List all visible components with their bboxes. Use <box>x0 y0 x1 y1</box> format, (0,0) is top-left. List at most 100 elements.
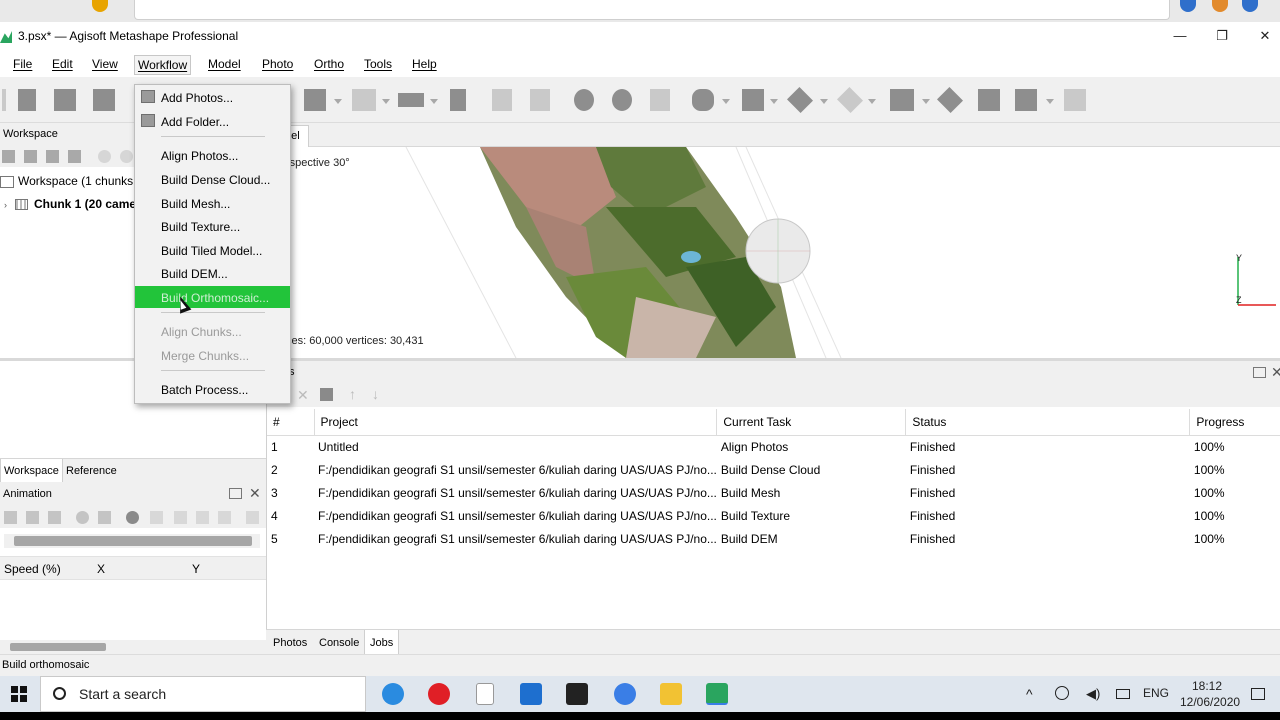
maximize-button[interactable]: ❐ <box>1208 26 1236 46</box>
workspace-tree-root[interactable]: Workspace (1 chunks, 2 <box>0 174 147 188</box>
add-keyframe-icon[interactable] <box>126 511 139 524</box>
chevron-down-icon[interactable] <box>382 99 390 104</box>
chevron-down-icon[interactable] <box>334 99 342 104</box>
chevron-down-icon[interactable] <box>868 99 876 104</box>
browser-profile-icon[interactable] <box>1242 0 1258 12</box>
menu-item-add-folder[interactable]: Add Folder... <box>135 110 290 132</box>
float-panel-icon[interactable] <box>1253 367 1266 378</box>
metashape-taskbar-icon[interactable] <box>706 683 728 705</box>
table-row[interactable]: 5 F:/pendidikan geografi S1 unsil/semest… <box>267 527 1280 550</box>
shapes-view-icon[interactable] <box>936 86 964 114</box>
menu-item-add-photos[interactable]: Add Photos... <box>135 86 290 108</box>
network-icon[interactable] <box>1055 686 1069 700</box>
chevron-down-icon[interactable] <box>430 99 438 104</box>
tab-console[interactable]: Console <box>314 630 364 655</box>
markers-flag-icon[interactable] <box>978 89 1000 111</box>
menu-item-build-tiled-model[interactable]: Build Tiled Model... <box>135 239 290 261</box>
image-view-icon[interactable] <box>1015 89 1037 111</box>
column-number[interactable]: # <box>267 409 315 436</box>
browser-extension-icon[interactable] <box>1180 0 1196 12</box>
column-status[interactable]: Status <box>905 409 1191 436</box>
delete-selection-icon[interactable] <box>492 89 512 111</box>
add-folder-icon[interactable] <box>46 150 59 163</box>
region-icon[interactable] <box>1064 89 1086 111</box>
add-photos-icon[interactable] <box>24 150 37 163</box>
zoom-in-icon[interactable] <box>574 89 594 111</box>
menu-workflow[interactable]: Workflow <box>134 55 192 75</box>
tab-reference[interactable]: Reference <box>63 459 120 483</box>
eraser-icon[interactable] <box>450 89 466 111</box>
scrollbar-thumb[interactable] <box>10 643 106 651</box>
notifications-icon[interactable] <box>1251 688 1265 700</box>
menu-ortho[interactable]: Ortho <box>314 57 344 71</box>
crop-icon[interactable] <box>530 89 550 111</box>
column-progress[interactable]: Progress <box>1189 409 1280 436</box>
table-row[interactable]: 4 F:/pendidikan geografi S1 unsil/semest… <box>267 504 1280 527</box>
shape-tool-icon[interactable] <box>352 89 376 111</box>
menu-item-build-dem[interactable]: Build DEM... <box>135 262 290 284</box>
capture-icon[interactable] <box>98 511 111 524</box>
mail-icon[interactable] <box>520 683 542 705</box>
chrome-icon[interactable] <box>614 683 636 705</box>
open-track-icon[interactable] <box>26 511 39 524</box>
menu-model[interactable]: Model <box>208 57 241 71</box>
internet-explorer-icon[interactable] <box>382 683 404 705</box>
menu-file[interactable]: File <box>13 57 32 71</box>
chevron-down-icon[interactable] <box>820 99 828 104</box>
expand-arrow-icon[interactable]: › <box>4 200 7 210</box>
clock-time[interactable]: 18:12 <box>1192 679 1222 693</box>
store-icon[interactable] <box>566 683 588 705</box>
file-explorer-icon[interactable] <box>660 683 682 705</box>
table-row[interactable]: 1 Untitled Align Photos Finished 100% <box>267 435 1280 458</box>
minimize-button[interactable]: — <box>1166 26 1194 46</box>
close-button[interactable]: ✕ <box>1251 26 1279 46</box>
chevron-up-icon[interactable]: ^ <box>1026 686 1033 702</box>
table-row[interactable]: 3 F:/pendidikan geografi S1 unsil/semest… <box>267 481 1280 504</box>
chevron-down-icon[interactable] <box>922 99 930 104</box>
table-row[interactable]: 2 F:/pendidikan geografi S1 unsil/semest… <box>267 458 1280 481</box>
menu-tools[interactable]: Tools <box>364 57 392 71</box>
animation-scrollbar[interactable] <box>4 534 260 548</box>
delete-job-icon[interactable] <box>320 388 333 401</box>
menu-edit[interactable]: Edit <box>52 57 73 71</box>
column-speed[interactable]: Speed (%) <box>4 562 61 576</box>
scrollbar-thumb[interactable] <box>14 536 252 546</box>
model-viewport[interactable]: del rspective 30° ces: 60,000 vertices: … <box>266 123 1280 358</box>
float-panel-icon[interactable] <box>229 488 242 499</box>
selection-tool-icon[interactable] <box>304 89 326 111</box>
column-project[interactable]: Project <box>314 409 718 436</box>
windows-start-icon[interactable] <box>11 686 27 702</box>
model-view-icon[interactable] <box>786 86 814 114</box>
menu-item-build-orthomosaic[interactable]: Build Orthomosaic... <box>135 286 290 308</box>
file-icon[interactable] <box>476 683 494 705</box>
column-x[interactable]: X <box>97 562 105 576</box>
volume-icon[interactable]: ◀) <box>1086 686 1100 702</box>
dense-cloud-view-icon[interactable] <box>742 89 764 111</box>
chunk-item[interactable]: › Chunk 1 (20 came <box>4 197 136 211</box>
add-chunk-icon[interactable] <box>2 150 15 163</box>
language-indicator[interactable]: ENG <box>1143 686 1169 700</box>
left-horizontal-scrollbar[interactable] <box>0 640 266 654</box>
tab-workspace[interactable]: Workspace <box>0 459 63 483</box>
chevron-down-icon[interactable] <box>1046 99 1054 104</box>
clock-date[interactable]: 12/06/2020 <box>1180 695 1240 709</box>
menu-photo[interactable]: Photo <box>262 57 293 71</box>
record-icon[interactable] <box>76 511 89 524</box>
column-y[interactable]: Y <box>192 562 200 576</box>
open-folder-icon[interactable] <box>54 89 76 111</box>
new-track-icon[interactable] <box>4 511 17 524</box>
menu-item-align-photos[interactable]: Align Photos... <box>135 144 290 166</box>
move-icon[interactable] <box>650 89 670 111</box>
tab-photos[interactable]: Photos <box>268 630 312 655</box>
save-track-icon[interactable] <box>48 511 61 524</box>
menu-item-build-mesh[interactable]: Build Mesh... <box>135 192 290 214</box>
menu-item-batch-process[interactable]: Batch Process... <box>135 378 290 400</box>
chevron-down-icon[interactable] <box>722 99 730 104</box>
browser-address-bar[interactable] <box>134 0 1170 20</box>
menu-item-build-texture[interactable]: Build Texture... <box>135 215 290 237</box>
battery-icon[interactable] <box>1116 689 1130 699</box>
menu-help[interactable]: Help <box>412 57 437 71</box>
ruler-icon[interactable] <box>398 93 424 107</box>
save-icon[interactable] <box>93 89 115 111</box>
points-view-icon[interactable] <box>692 89 714 111</box>
